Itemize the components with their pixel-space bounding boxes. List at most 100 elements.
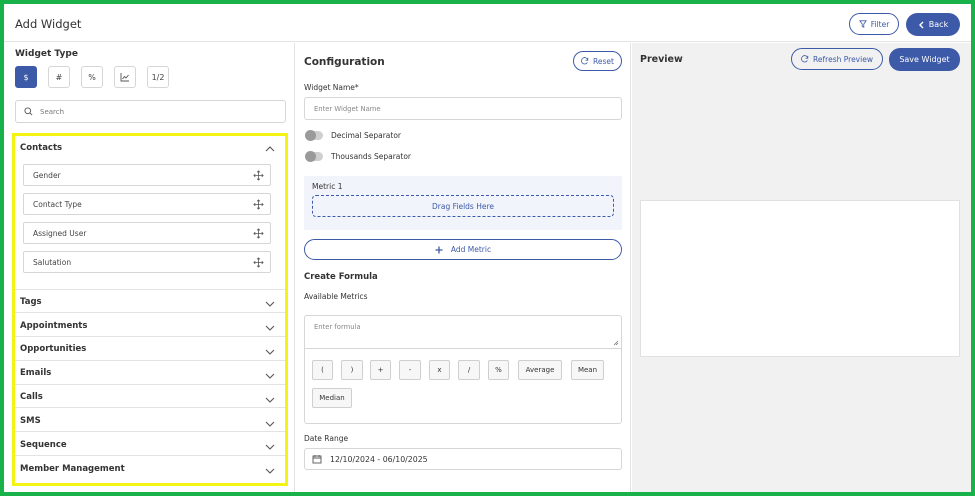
calendar-icon [312, 455, 322, 464]
widget-name-placeholder: Enter Widget Name [314, 105, 381, 113]
filter-icon [858, 20, 867, 28]
drag-fields-dropzone[interactable]: Drag Fields Here [312, 195, 614, 217]
configuration-panel: Configuration Reset Widget Name* Enter W… [296, 43, 631, 492]
formula-textarea[interactable]: Enter formula [305, 316, 621, 349]
widget-type-chart-button[interactable] [114, 66, 136, 88]
move-icon[interactable] [253, 257, 264, 268]
thousands-separator-label: Thousands Separator [331, 152, 412, 161]
search-icon [24, 107, 33, 116]
metric-card: Metric 1 Drag Fields Here [304, 176, 622, 230]
chevron-down-icon[interactable] [264, 371, 276, 381]
divider [15, 431, 285, 432]
chevron-down-icon[interactable] [264, 323, 276, 333]
metric-title: Metric 1 [312, 182, 343, 191]
decimal-separator-label: Decimal Separator [331, 131, 401, 140]
section-tags[interactable]: Tags [20, 297, 42, 307]
preview-canvas [640, 200, 960, 357]
operator-percent-button[interactable]: % [488, 360, 509, 380]
field-item-label: Gender [33, 171, 61, 180]
section-sms[interactable]: SMS [20, 416, 41, 426]
filter-button[interactable]: Filter [849, 13, 899, 35]
field-item-contact-type[interactable]: Contact Type [23, 193, 271, 215]
page-title: Add Widget [15, 17, 82, 31]
field-item-salutation[interactable]: Salutation [23, 251, 271, 273]
divider [15, 455, 285, 456]
date-range-value: 12/10/2024 - 06/10/2025 [330, 454, 428, 464]
chevron-down-icon[interactable] [264, 466, 276, 476]
section-sequence[interactable]: Sequence [20, 440, 67, 450]
field-item-label: Contact Type [33, 200, 82, 209]
top-bar: Add Widget Filter Back [4, 4, 971, 42]
chevron-down-icon[interactable] [264, 347, 276, 357]
widget-type-label: Widget Type [15, 49, 78, 59]
operator-multiply-button[interactable]: x [429, 360, 450, 380]
formula-placeholder: Enter formula [314, 323, 361, 331]
average-button[interactable]: Average [518, 360, 562, 380]
save-widget-button[interactable]: Save Widget [889, 48, 960, 71]
divider [15, 384, 285, 385]
fields-panel: Widget Type $ # % 1/2 Search Contacts Ge… [4, 43, 295, 492]
operator-divide-button[interactable]: / [458, 360, 480, 380]
move-icon[interactable] [253, 228, 264, 239]
field-item-label: Salutation [33, 258, 72, 267]
widget-name-input[interactable]: Enter Widget Name [304, 97, 622, 120]
section-contacts[interactable]: Contacts [20, 143, 62, 153]
refresh-icon [581, 57, 589, 65]
chevron-down-icon[interactable] [264, 395, 276, 405]
divider [15, 360, 285, 361]
field-item-assigned-user[interactable]: Assigned User [23, 222, 271, 244]
formula-builder: Enter formula ( ) + - x / % Average Mean… [304, 315, 622, 424]
back-label: Back [928, 20, 949, 29]
reset-label: Reset [593, 56, 614, 66]
section-appointments[interactable]: Appointments [20, 321, 87, 331]
chart-icon [120, 72, 129, 81]
operator-open-paren-button[interactable]: ( [312, 360, 333, 380]
widget-name-label: Widget Name* [304, 83, 359, 92]
divider [15, 312, 285, 313]
chevron-up-icon[interactable] [264, 144, 276, 154]
refresh-preview-button[interactable]: Refresh Preview [791, 48, 883, 70]
chevron-down-icon[interactable] [264, 442, 276, 452]
chevron-left-icon [918, 21, 924, 28]
back-button[interactable]: Back [906, 13, 960, 36]
section-calls[interactable]: Calls [20, 392, 43, 402]
move-icon[interactable] [253, 170, 264, 181]
mean-button[interactable]: Mean [571, 360, 604, 380]
add-metric-label: Add Metric [450, 245, 492, 254]
available-metrics-label: Available Metrics [304, 292, 368, 301]
search-input[interactable]: Search [15, 100, 286, 123]
divider [15, 289, 285, 290]
divider [15, 336, 285, 337]
operator-close-paren-button[interactable]: ) [341, 360, 363, 380]
date-range-input[interactable]: 12/10/2024 - 06/10/2025 [304, 448, 622, 470]
reset-button[interactable]: Reset [573, 51, 622, 71]
widget-type-percent-button[interactable]: % [81, 66, 103, 88]
preview-title: Preview [640, 54, 683, 65]
preview-panel: Preview Refresh Preview Save Widget [632, 43, 971, 492]
widget-type-currency-button[interactable]: $ [15, 66, 37, 88]
configuration-title: Configuration [304, 56, 385, 68]
add-metric-button[interactable]: Add Metric [304, 239, 622, 260]
field-sections: Contacts Gender Contact Type Assigned Us… [12, 133, 288, 486]
refresh-preview-label: Refresh Preview [813, 54, 873, 64]
decimal-separator-toggle[interactable] [305, 130, 323, 141]
widget-type-ratio-button[interactable]: 1/2 [147, 66, 169, 88]
search-placeholder: Search [40, 107, 65, 116]
thousands-separator-toggle[interactable] [305, 151, 323, 162]
resize-grip-icon[interactable] [613, 340, 619, 346]
move-icon[interactable] [253, 199, 264, 210]
chevron-down-icon[interactable] [264, 419, 276, 429]
chevron-down-icon[interactable] [264, 299, 276, 309]
section-opportunities[interactable]: Opportunities [20, 344, 86, 354]
section-emails[interactable]: Emails [20, 368, 51, 378]
operator-minus-button[interactable]: - [399, 360, 421, 380]
widget-type-number-button[interactable]: # [48, 66, 70, 88]
filter-label: Filter [870, 19, 890, 29]
widget-type-buttons: $ # % 1/2 [15, 66, 169, 88]
section-member-management[interactable]: Member Management [20, 464, 125, 474]
date-range-label: Date Range [304, 434, 349, 443]
field-item-gender[interactable]: Gender [23, 164, 271, 186]
field-item-label: Assigned User [33, 229, 87, 238]
median-button[interactable]: Median [312, 388, 352, 408]
operator-plus-button[interactable]: + [370, 360, 391, 380]
